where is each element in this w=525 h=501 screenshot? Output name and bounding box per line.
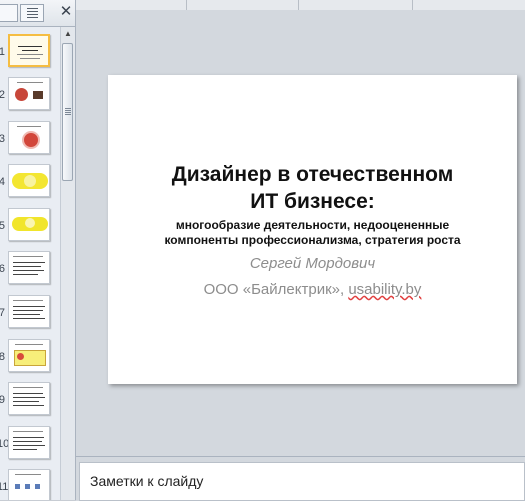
notes-input[interactable]: Заметки к слайду [79, 462, 525, 501]
thumbnail-number: 4 [0, 176, 5, 188]
thumbnail-list: 1 2 3 4 5 6 7 8 9 10 1 [0, 27, 60, 500]
outline-icon [27, 8, 38, 20]
thumbnail-row[interactable]: 10 [0, 426, 60, 464]
slide-subtitle-line: многообразие деятельности, недооцененные [175, 218, 450, 232]
tab-outline[interactable] [20, 4, 44, 22]
notes-placeholder: Заметки к слайду [90, 473, 204, 489]
ruler [76, 0, 525, 10]
thumbnail-row[interactable]: 4 [0, 164, 60, 202]
thumbnail-row[interactable]: 2 [0, 77, 60, 115]
thumbnail-number: 5 [0, 220, 5, 232]
thumbnail-number: 7 [0, 307, 5, 319]
slide-title-line: Дизайнер в отечественном [171, 163, 454, 186]
thumbnail-row[interactable]: 5 [0, 208, 60, 246]
thumbnail-number: 6 [0, 263, 5, 275]
slide-thumbnail[interactable] [8, 469, 50, 500]
slide-title[interactable]: Дизайнер в отечественном ИТ бизнесе: [108, 161, 517, 215]
scroll-up-arrow-icon[interactable]: ▲ [62, 27, 74, 41]
slide-company-line[interactable]: ООО «Байлектрик», usability.by [108, 281, 517, 298]
thumbnail-number: 11 [0, 481, 9, 493]
slide-thumbnail[interactable] [8, 121, 50, 154]
slide-thumbnail[interactable] [8, 164, 50, 197]
thumbnail-number: 3 [0, 133, 5, 145]
pane-tab-bar: ✕ [0, 0, 75, 27]
slide-subtitle[interactable]: многообразие деятельности, недооцененные… [108, 218, 517, 248]
slide-thumbnail[interactable] [8, 295, 50, 328]
grip-icon [65, 108, 71, 116]
thumbnail-number: 9 [0, 394, 5, 406]
thumbnail-row[interactable]: 6 [0, 251, 60, 289]
thumbnail-number: 8 [0, 351, 5, 363]
thumbnail-row[interactable]: 1 [0, 34, 60, 72]
slide-thumbnail[interactable] [8, 426, 50, 459]
slide-company: ООО «Байлектрик», [203, 281, 349, 298]
scrollbar-thumb[interactable] [62, 43, 73, 181]
slide-thumbnail[interactable] [8, 77, 50, 110]
slide-canvas[interactable]: Дизайнер в отечественном ИТ бизнесе: мно… [108, 75, 517, 384]
slide-thumbnail[interactable] [8, 251, 50, 284]
slide-thumbnail[interactable] [8, 34, 50, 67]
thumbnail-number: 1 [0, 46, 5, 58]
slide-author[interactable]: Сергей Мордович [108, 255, 517, 272]
slide-thumbnail[interactable] [8, 339, 50, 372]
slide-thumbnail-pane: ✕ 1 2 3 4 5 6 7 8 9 10 1 ▲ [0, 0, 76, 500]
thumbnail-number: 10 [0, 438, 10, 450]
thumbnail-scrollbar[interactable]: ▲ [60, 27, 75, 500]
thumbnail-row[interactable]: 3 [0, 121, 60, 159]
tab-slides[interactable] [0, 4, 18, 22]
thumbnail-row[interactable]: 11 [0, 469, 60, 500]
notes-pane: Заметки к слайду [76, 456, 525, 501]
thumbnail-row[interactable]: 8 [0, 339, 60, 377]
slide-subtitle-line: компоненты профессионализма, стратегия р… [164, 233, 461, 247]
thumbnail-number: 2 [0, 89, 5, 101]
close-icon[interactable]: ✕ [58, 3, 74, 21]
slide-thumbnail[interactable] [8, 208, 50, 241]
thumbnail-row[interactable]: 9 [0, 382, 60, 420]
slide-title-line: ИТ бизнесе: [250, 190, 375, 213]
thumbnail-row[interactable]: 7 [0, 295, 60, 333]
slide-url-link[interactable]: usability.by [348, 281, 421, 298]
slide-thumbnail[interactable] [8, 382, 50, 415]
slide-editor-area: Дизайнер в отечественном ИТ бизнесе: мно… [76, 0, 525, 456]
